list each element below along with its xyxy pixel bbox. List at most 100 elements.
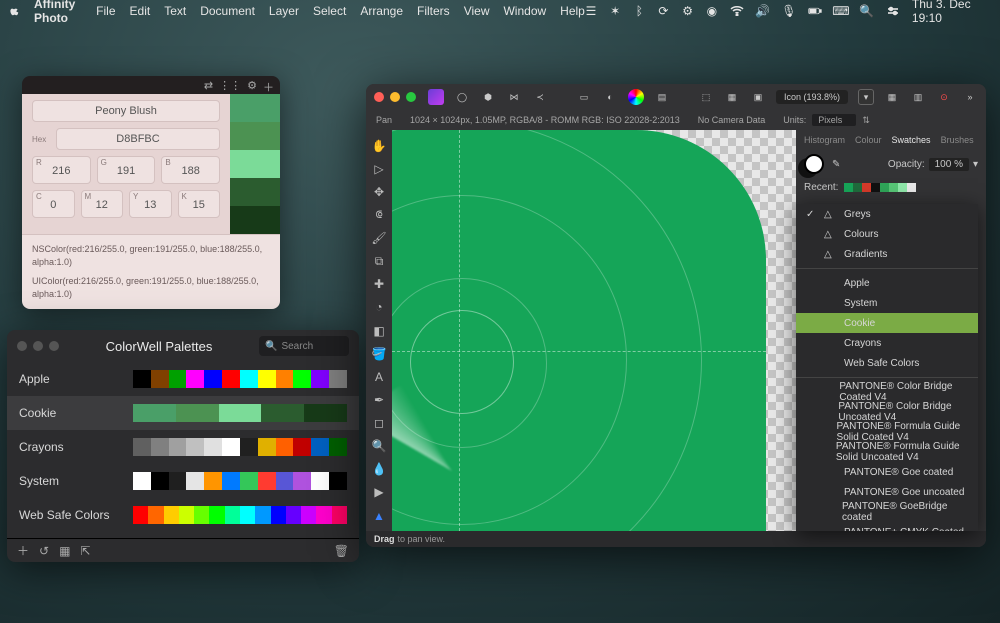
- swatch[interactable]: [186, 472, 204, 490]
- mic-icon[interactable]: 🎙: [782, 4, 796, 18]
- swatch[interactable]: [311, 472, 329, 490]
- toolbar-select-icon[interactable]: ⬚: [698, 89, 714, 105]
- palette-row[interactable]: Cookie: [7, 396, 359, 430]
- sync-icon[interactable]: ⟳: [657, 4, 669, 18]
- toolbar-align-icon[interactable]: ▥: [910, 89, 926, 105]
- swatch[interactable]: [329, 438, 347, 456]
- window-traffic-lights[interactable]: [17, 341, 59, 351]
- dropdown-item[interactable]: Web Safe Colors: [796, 353, 978, 373]
- search-icon[interactable]: 🔍: [860, 4, 874, 18]
- keyboard-icon[interactable]: ⌨: [834, 4, 848, 18]
- r-input[interactable]: R216: [32, 156, 91, 184]
- tab-brushes[interactable]: Brushes: [941, 135, 974, 145]
- shape-tool[interactable]: ◻: [370, 416, 388, 431]
- fill-tool[interactable]: 🪣: [370, 346, 388, 361]
- toolbar-doc-icon[interactable]: ▭: [576, 89, 592, 105]
- dropdown-item[interactable]: PANTONE® Goe uncoated: [796, 482, 978, 502]
- tab-swatches[interactable]: Swatches: [892, 135, 931, 145]
- swatch[interactable]: [186, 370, 204, 388]
- app-name[interactable]: Affinity Photo: [34, 0, 82, 25]
- trash-button[interactable]: 🗑: [334, 544, 349, 558]
- swatch[interactable]: [151, 472, 169, 490]
- dodge-tool[interactable]: ◔: [370, 300, 388, 315]
- swatch[interactable]: [222, 370, 240, 388]
- battery-icon[interactable]: [808, 4, 822, 18]
- dropdown-item[interactable]: Apple: [796, 273, 978, 293]
- menu-help[interactable]: Help: [560, 4, 585, 18]
- dropdown-item[interactable]: PANTONE® Formula Guide Solid Coated V4: [796, 422, 978, 442]
- menu-select[interactable]: Select: [313, 4, 346, 18]
- dropdown-item[interactable]: Cookie: [796, 313, 978, 333]
- dropdown-item[interactable]: PANTONE+ CMYK Coated: [796, 522, 978, 531]
- swatch[interactable]: [169, 438, 187, 456]
- user-icon[interactable]: ◉: [706, 4, 718, 18]
- control-center-icon[interactable]: [886, 4, 900, 18]
- swatch[interactable]: [293, 472, 311, 490]
- gear-icon[interactable]: ⚙: [682, 4, 694, 18]
- toolbar-fill-icon[interactable]: ▾: [858, 89, 874, 105]
- opacity-field[interactable]: 100 %: [929, 158, 969, 171]
- eraser-tool[interactable]: ◧: [370, 323, 388, 338]
- y-input[interactable]: Y13: [129, 190, 172, 218]
- recent-swatch[interactable]: [844, 183, 853, 192]
- move-tool[interactable]: ✥: [370, 184, 388, 199]
- tab-colour[interactable]: Colour: [855, 135, 882, 145]
- swatch[interactable]: [230, 122, 280, 150]
- hex-input[interactable]: D8BFBC: [56, 128, 220, 150]
- recent-swatch[interactable]: [853, 183, 862, 192]
- toolbar-quick-mask-icon[interactable]: ▦: [724, 89, 740, 105]
- swatch[interactable]: [133, 472, 151, 490]
- c-input[interactable]: C0: [32, 190, 75, 218]
- m-input[interactable]: M12: [81, 190, 124, 218]
- canvas[interactable]: [392, 130, 796, 531]
- swatch[interactable]: [286, 506, 301, 524]
- dots-icon[interactable]: ⋮⋮: [219, 79, 241, 91]
- swatch[interactable]: [151, 438, 169, 456]
- swatch[interactable]: [222, 472, 240, 490]
- recent-swatch[interactable]: [898, 183, 907, 192]
- swatch[interactable]: [301, 506, 316, 524]
- dropdown-item[interactable]: System: [796, 293, 978, 313]
- toolbar-grid-icon[interactable]: ▦: [884, 89, 900, 105]
- clone-tool[interactable]: ⧉: [370, 254, 388, 269]
- swatch[interactable]: [311, 370, 329, 388]
- toolbar-crop-icon[interactable]: ▣: [750, 89, 766, 105]
- pen-tool[interactable]: ✒: [370, 392, 388, 407]
- apple-logo-icon[interactable]: [8, 4, 20, 18]
- swatch[interactable]: [240, 370, 258, 388]
- swatch[interactable]: [258, 472, 276, 490]
- menu-file[interactable]: File: [96, 4, 115, 18]
- swatch[interactable]: [222, 438, 240, 456]
- menu-arrange[interactable]: Arrange: [360, 4, 403, 18]
- swatch[interactable]: [258, 370, 276, 388]
- menubar-clock[interactable]: Thu 3. Dec 19:10: [912, 0, 992, 25]
- star-icon[interactable]: ✶: [609, 4, 621, 18]
- eyedropper-icon[interactable]: ✎: [832, 159, 840, 170]
- swatch[interactable]: [329, 472, 347, 490]
- menubar-extra-icon[interactable]: ☰: [585, 4, 597, 18]
- wifi-icon[interactable]: [730, 4, 744, 18]
- units-select[interactable]: Pixels: [812, 114, 856, 126]
- bluetooth-icon[interactable]: ᛒ: [633, 4, 645, 18]
- b-input[interactable]: B188: [161, 156, 220, 184]
- tab-histogram[interactable]: Histogram: [804, 135, 845, 145]
- palette-row[interactable]: Web Safe Colors: [7, 498, 359, 532]
- swatch[interactable]: [316, 506, 331, 524]
- swap-icon[interactable]: ⇄: [204, 79, 213, 91]
- swatch[interactable]: [186, 438, 204, 456]
- recent-swatch[interactable]: [889, 183, 898, 192]
- swatch[interactable]: [276, 472, 294, 490]
- code-snippet-area[interactable]: NSColor(red:216/255.0, green:191/255.0, …: [22, 234, 280, 309]
- crop-tool[interactable]: ⟃: [370, 207, 388, 222]
- palette-row[interactable]: System: [7, 464, 359, 498]
- export-button[interactable]: ⇱: [80, 544, 90, 558]
- swatch[interactable]: [332, 506, 347, 524]
- persona-tone-icon[interactable]: ≺: [532, 89, 548, 105]
- add-palette-button[interactable]: ＋: [17, 542, 29, 559]
- recent-swatch[interactable]: [880, 183, 889, 192]
- swatch[interactable]: [258, 438, 276, 456]
- swatch[interactable]: [261, 404, 304, 422]
- dropdown-item[interactable]: PANTONE® Color Bridge Coated V4: [796, 382, 978, 402]
- swatch[interactable]: [293, 438, 311, 456]
- swatch[interactable]: [276, 438, 294, 456]
